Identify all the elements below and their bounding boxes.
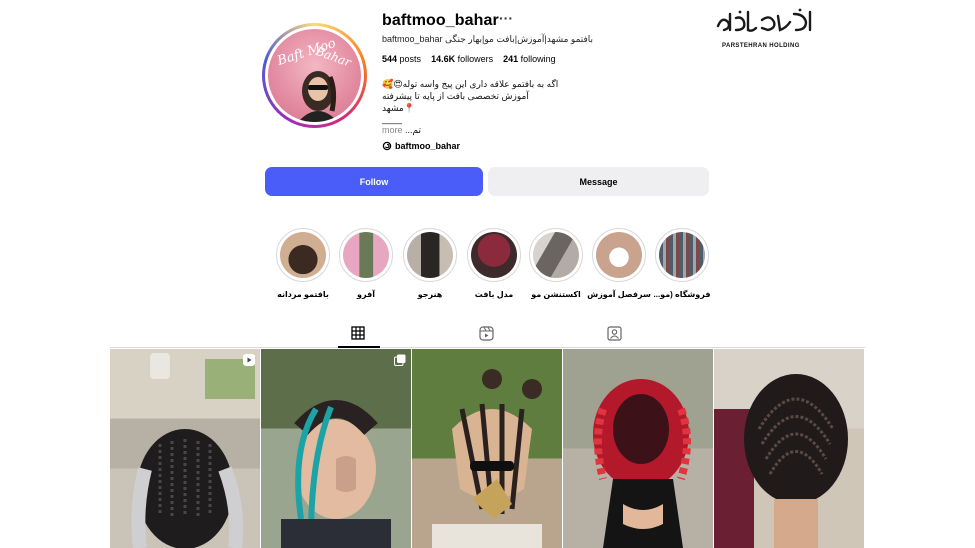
highlight-cover bbox=[596, 232, 642, 278]
highlight-cover bbox=[407, 232, 453, 278]
highlight-label: هنرجو bbox=[417, 290, 443, 299]
threads-link[interactable]: baftmoo_bahar bbox=[382, 141, 460, 151]
highlight-item[interactable]: مدل بافت bbox=[467, 228, 522, 299]
highlight-cover bbox=[343, 232, 389, 278]
profile-avatar[interactable]: Baft Moo Bahar bbox=[262, 23, 367, 128]
reel-icon bbox=[243, 354, 255, 366]
following-count[interactable]: 241 following bbox=[503, 54, 556, 64]
follow-button[interactable]: Follow bbox=[265, 167, 483, 196]
tagged-icon bbox=[607, 326, 622, 341]
followers-count[interactable]: 14.6K followers bbox=[431, 54, 493, 64]
tabs-divider bbox=[110, 347, 865, 348]
highlight-item[interactable]: آفرو bbox=[339, 228, 394, 299]
highlight-item[interactable]: سرفصل آموزش bbox=[587, 228, 651, 299]
highlight-label: سرفصل آموزش bbox=[587, 290, 651, 299]
highlight-label: فروشگاه (مو... bbox=[653, 290, 711, 299]
highlight-item[interactable]: هنرجو bbox=[403, 228, 458, 299]
post-image bbox=[432, 369, 542, 548]
bio-line-2: آموزش تخصصی بافت از پایه تا پیشرفته bbox=[382, 91, 529, 101]
posts-tab[interactable] bbox=[351, 326, 367, 342]
highlight-label: آفرو bbox=[357, 290, 375, 299]
reels-tab[interactable] bbox=[479, 326, 495, 342]
profile-username: baftmoo_bahar bbox=[382, 12, 499, 29]
highlight-cover bbox=[533, 232, 579, 278]
threads-icon bbox=[382, 141, 392, 151]
avatar-photo: Baft Moo Bahar bbox=[268, 29, 361, 122]
post-thumbnail[interactable] bbox=[714, 349, 864, 548]
bio-divider: ____ bbox=[382, 114, 403, 124]
active-tab-indicator bbox=[338, 346, 380, 348]
parstehran-watermark: PARSTEHRAN HOLDING bbox=[712, 6, 824, 49]
highlight-cover bbox=[280, 232, 326, 278]
post-thumbnail[interactable] bbox=[110, 349, 260, 548]
bio-line-4: تم... more bbox=[382, 125, 422, 135]
highlight-label: مدل بافت bbox=[474, 290, 514, 299]
highlight-cover bbox=[471, 232, 517, 278]
tagged-tab[interactable] bbox=[607, 326, 623, 342]
grid-icon bbox=[351, 326, 365, 340]
reels-icon bbox=[479, 326, 494, 341]
highlight-label: اکستنشن مو bbox=[531, 290, 581, 299]
post-image bbox=[281, 400, 391, 548]
profile-full-name: baftmoo_bahar بافتمو مشهد|آموزش|بافت مو|… bbox=[382, 34, 594, 44]
post-image bbox=[131, 353, 255, 548]
posts-count: 544 posts bbox=[382, 54, 422, 64]
post-image bbox=[593, 379, 691, 548]
highlight-item[interactable]: اکستنشن مو bbox=[529, 228, 584, 299]
message-button[interactable]: Message bbox=[488, 167, 709, 196]
bio-line-1: اگه به بافتمو علاقه داری این پیج واسه تو… bbox=[382, 79, 559, 89]
watermark-subtitle: PARSTEHRAN HOLDING bbox=[722, 43, 800, 49]
threads-handle: baftmoo_bahar bbox=[395, 141, 461, 151]
carousel-icon bbox=[394, 354, 406, 366]
highlight-item[interactable]: فروشگاه (مو... bbox=[654, 228, 710, 299]
highlight-label: بافتمو مردانه bbox=[277, 290, 329, 299]
profile-bio: اگه به بافتمو علاقه داری این پیج واسه تو… bbox=[382, 78, 582, 136]
highlight-cover bbox=[659, 232, 705, 278]
bio-more-link[interactable]: more bbox=[382, 125, 403, 135]
post-thumbnail[interactable] bbox=[412, 349, 562, 548]
profile-stats: 544 posts 14.6K followers 241 following bbox=[382, 54, 556, 64]
highlight-item[interactable]: بافتمو مردانه bbox=[276, 228, 331, 299]
options-button[interactable]: ··· bbox=[499, 10, 513, 26]
bio-line-3: 📍مشهد bbox=[382, 103, 415, 113]
post-image bbox=[714, 374, 848, 548]
post-thumbnail[interactable] bbox=[563, 349, 713, 548]
watermark-logo-script bbox=[716, 8, 812, 32]
post-thumbnail[interactable] bbox=[261, 349, 411, 548]
